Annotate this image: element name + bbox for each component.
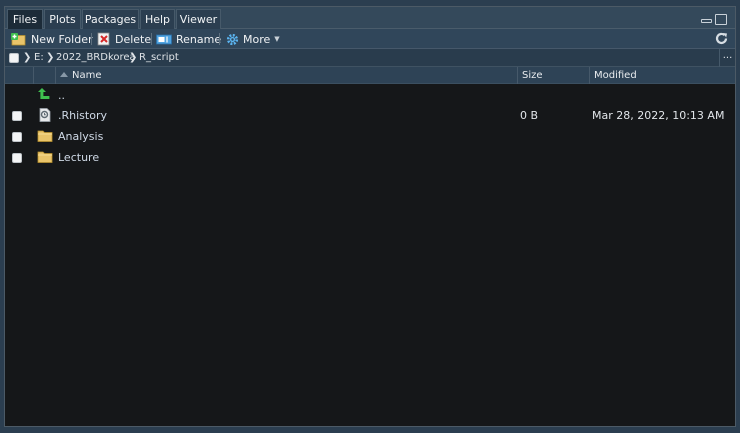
new-folder-icon xyxy=(11,32,26,45)
rename-button[interactable]: Rename xyxy=(156,31,221,47)
toolbar-divider xyxy=(151,33,152,45)
tab-help[interactable]: Help xyxy=(140,9,175,29)
header-size-label: Size xyxy=(522,70,543,81)
toolbar-divider xyxy=(219,33,220,45)
delete-label: Delete xyxy=(115,32,152,46)
row-checkbox[interactable] xyxy=(12,132,22,142)
file-modified: Mar 28, 2022, 10:13 AM xyxy=(592,109,725,122)
parent-directory-row[interactable]: .. xyxy=(5,85,735,105)
refresh-icon[interactable] xyxy=(714,31,729,46)
folder-icon xyxy=(37,130,53,142)
chevron-right-icon: ❯ xyxy=(23,52,32,63)
tab-files[interactable]: Files xyxy=(7,9,43,29)
header-name-label: Name xyxy=(72,70,102,81)
folder-name-link[interactable]: Lecture xyxy=(58,148,99,168)
parent-directory-link[interactable]: .. xyxy=(58,85,65,105)
table-row: .Rhistory 0 B Mar 28, 2022, 10:13 AM xyxy=(5,106,735,126)
select-all-checkbox[interactable] xyxy=(9,53,19,63)
window-controls xyxy=(701,11,727,25)
header-modified[interactable]: Modified xyxy=(589,67,735,84)
new-folder-button[interactable]: New Folder xyxy=(11,31,92,47)
files-toolbar: New Folder Delete Rename More ▼ xyxy=(5,29,735,49)
header-checkbox-column xyxy=(5,67,33,84)
delete-button[interactable]: Delete xyxy=(97,31,151,47)
delete-icon xyxy=(97,32,110,46)
row-checkbox[interactable] xyxy=(12,111,22,121)
file-name-link[interactable]: .Rhistory xyxy=(58,106,107,126)
chevron-right-icon: ❯ xyxy=(46,52,55,63)
file-size: 0 B xyxy=(520,109,539,122)
minimize-icon[interactable] xyxy=(701,19,712,23)
gear-icon xyxy=(226,33,239,45)
file-table-header: Name Size Modified xyxy=(5,67,735,84)
header-icon-column xyxy=(33,67,55,84)
up-arrow-icon xyxy=(38,88,50,99)
toolbar-divider xyxy=(91,33,92,45)
breadcrumb-item-current: R_script xyxy=(139,52,179,63)
breadcrumb: ❯ E: ❯ 2022_BRDkorea ❯ R_script ... xyxy=(5,49,735,67)
header-name[interactable]: Name xyxy=(55,67,517,84)
breadcrumb-item-project[interactable]: 2022_BRDkorea xyxy=(56,49,136,67)
table-row: Lecture xyxy=(5,148,735,168)
row-checkbox[interactable] xyxy=(12,153,22,163)
tab-plots[interactable]: Plots xyxy=(44,9,81,29)
more-label: More xyxy=(243,32,271,46)
tab-viewer[interactable]: Viewer xyxy=(176,9,221,29)
table-row: Analysis xyxy=(5,127,735,147)
sort-ascending-icon xyxy=(60,72,68,77)
rename-label: Rename xyxy=(176,32,222,46)
folder-name-link[interactable]: Analysis xyxy=(58,127,103,147)
header-modified-label: Modified xyxy=(594,70,637,81)
chevron-right-icon: ❯ xyxy=(129,52,138,63)
rename-icon xyxy=(156,34,172,44)
files-pane: Files Plots Packages Help Viewer New Fol… xyxy=(4,6,736,427)
tab-bar: Files Plots Packages Help Viewer xyxy=(5,7,735,29)
new-folder-label: New Folder xyxy=(31,32,93,46)
chevron-down-icon: ▼ xyxy=(274,35,280,43)
go-to-directory-button[interactable]: ... xyxy=(719,49,735,67)
more-button[interactable]: More ▼ xyxy=(226,31,280,47)
file-icon xyxy=(39,108,51,122)
folder-icon xyxy=(37,151,53,163)
header-size[interactable]: Size xyxy=(517,67,589,84)
breadcrumb-item-drive[interactable]: E: xyxy=(34,49,44,67)
maximize-icon[interactable] xyxy=(715,14,727,25)
tab-packages[interactable]: Packages xyxy=(82,9,139,29)
